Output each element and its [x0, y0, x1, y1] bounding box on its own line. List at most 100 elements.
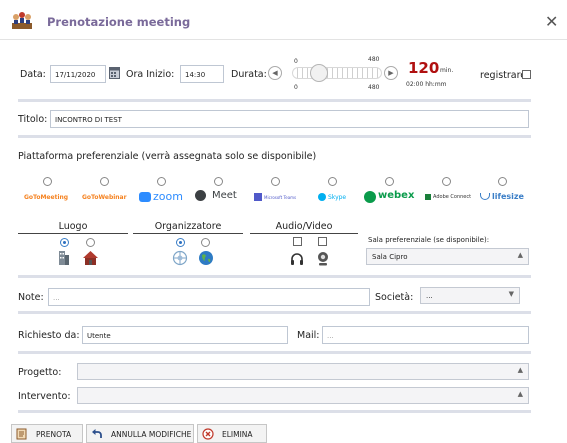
room-select[interactable]: Sala Cipro ▲	[366, 248, 529, 265]
chevron-up-icon: ▲	[517, 251, 523, 259]
zoom-icon	[139, 192, 151, 202]
start-time-field[interactable]: 14:30	[180, 65, 224, 83]
lifesize-logo: lifesize	[492, 192, 524, 201]
platform-radio-adobe[interactable]	[442, 177, 451, 186]
company-value: ...	[426, 292, 433, 300]
room-value: Sala Cipro	[372, 253, 408, 261]
lifesize-icon	[480, 193, 490, 200]
chevron-up-icon: ▲	[517, 366, 523, 374]
separator	[18, 410, 531, 413]
mail-field[interactable]: ...	[322, 326, 529, 344]
duration-slider-thumb[interactable]	[310, 64, 328, 82]
company-select[interactable]: ... ▼	[420, 287, 520, 304]
platform-radio-gotowebinar[interactable]	[100, 177, 109, 186]
globe-icon	[199, 251, 213, 265]
platform-radio-webex[interactable]	[385, 177, 394, 186]
meeting-icon	[12, 12, 32, 29]
gotowebinar-logo: GoToWebinar	[82, 194, 127, 201]
intervention-label: Intervento:	[18, 391, 71, 402]
date-field[interactable]: 17/11/2020	[50, 65, 106, 83]
chevron-up-icon: ▲	[517, 390, 523, 398]
teams-icon	[254, 193, 262, 201]
webex-logo: webex	[378, 190, 415, 201]
company-label: Società:	[375, 292, 414, 303]
delete-button[interactable]: ELIMINA	[197, 424, 267, 443]
gotomeeting-logo: GoToMeeting	[24, 194, 69, 201]
building-icon	[59, 251, 69, 265]
close-icon[interactable]: ✕	[545, 12, 558, 31]
video-checkbox[interactable]	[318, 237, 327, 246]
duration-label: Durata:	[231, 69, 267, 80]
webcam-icon	[318, 252, 328, 266]
slider-decrease-button[interactable]: ◀	[268, 66, 282, 80]
headset-icon	[291, 253, 303, 265]
requested-by-field[interactable]: Utente	[82, 326, 288, 344]
title-field[interactable]: INCONTRO DI TEST	[50, 110, 529, 128]
chevron-down-icon: ▼	[508, 290, 514, 298]
platform-radio-gotomeeting[interactable]	[43, 177, 52, 186]
platform-radio-lifesize[interactable]	[498, 177, 507, 186]
start-time-label: Ora Inizio:	[126, 69, 175, 80]
audio-video-underline	[250, 233, 358, 234]
zoom-logo: zoom	[153, 190, 183, 203]
teams-logo: Microsoft Teams	[264, 195, 297, 200]
duration-slider-track[interactable]	[292, 67, 382, 79]
calendar-icon[interactable]	[109, 66, 120, 79]
separator	[18, 275, 531, 278]
slider-max-top: 480	[368, 56, 380, 63]
network-icon	[172, 250, 188, 266]
separator	[18, 99, 531, 102]
note-field[interactable]: ...	[48, 288, 370, 306]
platform-radio-zoom[interactable]	[157, 177, 166, 186]
slider-increase-button[interactable]: ▶	[384, 66, 398, 80]
slider-max-bottom: 480	[368, 84, 380, 91]
project-select[interactable]: ▲	[77, 363, 529, 380]
house-icon	[83, 251, 98, 265]
skype-logo: Skype	[328, 194, 347, 201]
separator	[18, 351, 531, 354]
separator	[18, 311, 531, 314]
organizer-radio-internal[interactable]	[176, 238, 185, 247]
platform-radio-meet[interactable]	[214, 177, 223, 186]
separator	[18, 135, 531, 138]
audio-checkbox[interactable]	[293, 237, 302, 246]
adobe-icon	[425, 194, 431, 200]
organizzatore-underline	[133, 233, 243, 234]
delete-label: ELIMINA	[222, 430, 253, 439]
luogo-label: Luogo	[58, 221, 88, 232]
audio-video-label: Audio/Video	[275, 221, 333, 232]
note-label: Note:	[18, 292, 44, 303]
room-label: Sala preferenziale (se disponibile):	[368, 236, 490, 244]
date-label: Data:	[20, 69, 46, 80]
skype-icon	[318, 193, 326, 201]
organizzatore-label: Organizzatore	[154, 221, 222, 232]
cancel-changes-label: ANNULLA MODIFICHE	[111, 430, 192, 439]
platform-radio-teams[interactable]	[271, 177, 280, 186]
luogo-radio-internal[interactable]	[60, 238, 69, 247]
book-label: PRENOTA	[36, 430, 72, 439]
meet-logo: Meet	[212, 190, 237, 201]
platform-heading: Piattaforma preferenziale (verrà assegna…	[18, 151, 317, 162]
cancel-changes-button[interactable]: ANNULLA MODIFICHE	[86, 424, 194, 443]
adobe-logo: Adobe Connect	[433, 194, 472, 200]
project-label: Progetto:	[18, 367, 62, 378]
platform-radio-skype[interactable]	[328, 177, 337, 186]
slider-min-top: 0	[294, 58, 298, 65]
mail-label: Mail:	[297, 330, 320, 341]
record-checkbox[interactable]	[522, 70, 531, 79]
luogo-radio-external[interactable]	[86, 238, 95, 247]
delete-icon	[202, 428, 214, 440]
webex-icon	[364, 191, 376, 203]
requested-by-label: Richiesto da:	[18, 330, 80, 341]
intervention-select[interactable]: ▲	[77, 387, 529, 404]
undo-icon	[92, 429, 102, 438]
book-button[interactable]: PRENOTA	[11, 424, 83, 443]
duration-hhmm: 02:00 hh:mm	[406, 81, 447, 88]
book-icon	[16, 428, 27, 440]
title-label: Titolo:	[18, 114, 48, 125]
duration-unit: min.	[440, 67, 454, 74]
duration-value: 120	[408, 59, 440, 77]
organizer-radio-external[interactable]	[201, 238, 210, 247]
meet-icon	[195, 190, 206, 201]
luogo-underline	[18, 233, 128, 234]
